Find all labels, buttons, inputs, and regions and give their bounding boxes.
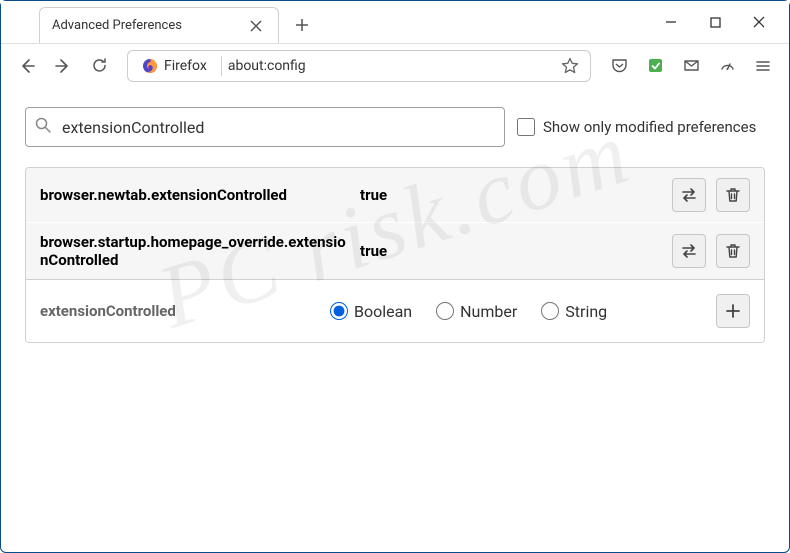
- pref-value: true: [360, 242, 672, 260]
- close-icon: [753, 16, 765, 28]
- radio-string[interactable]: String: [541, 302, 607, 321]
- titlebar: Advanced Preferences: [1, 1, 789, 43]
- tab-region: Advanced Preferences: [1, 1, 649, 43]
- identity-label: Firefox: [164, 58, 207, 74]
- identity-separator: [221, 56, 222, 76]
- bookmark-button[interactable]: [556, 52, 584, 80]
- close-icon: [250, 20, 262, 32]
- radio-label: String: [565, 302, 607, 321]
- browser-tab[interactable]: Advanced Preferences: [39, 7, 279, 43]
- reload-button[interactable]: [83, 50, 115, 82]
- toggle-button[interactable]: [672, 234, 706, 268]
- toggle-button[interactable]: [672, 178, 706, 212]
- radio-boolean[interactable]: Boolean: [330, 302, 412, 321]
- radio-input-number[interactable]: [436, 302, 454, 320]
- arrow-left-icon: [18, 57, 36, 75]
- row-actions: [716, 294, 750, 328]
- arrow-right-icon: [54, 57, 72, 75]
- maximize-button[interactable]: [693, 2, 737, 42]
- new-tab-button[interactable]: [287, 10, 317, 40]
- new-pref-row: extensionControlled Boolean Number Strin…: [26, 279, 764, 342]
- pocket-button[interactable]: [603, 50, 635, 82]
- forward-button[interactable]: [47, 50, 79, 82]
- plus-icon: [295, 18, 309, 32]
- search-row: Show only modified preferences: [25, 107, 765, 147]
- show-modified-only[interactable]: Show only modified preferences: [517, 118, 756, 136]
- extension-icon: [647, 57, 664, 74]
- swap-icon: [680, 242, 698, 260]
- pref-type-radios: Boolean Number String: [330, 302, 716, 321]
- pocket-icon: [611, 57, 628, 74]
- url-bar[interactable]: Firefox about:config: [127, 50, 591, 82]
- close-window-button[interactable]: [737, 2, 781, 42]
- minimize-button[interactable]: [649, 2, 693, 42]
- pref-search-input[interactable]: [25, 107, 505, 147]
- radio-label: Number: [460, 302, 517, 321]
- radio-input-string[interactable]: [541, 302, 559, 320]
- gauge-icon: [719, 57, 736, 74]
- about-config-content: Show only modified preferences browser.n…: [1, 87, 789, 363]
- firefox-logo-icon: [142, 58, 158, 74]
- back-button[interactable]: [11, 50, 43, 82]
- add-button[interactable]: [716, 294, 750, 328]
- star-icon: [561, 57, 579, 75]
- row-actions: [672, 234, 750, 268]
- pref-name: browser.startup.homepage_override.extens…: [40, 233, 360, 269]
- radio-number[interactable]: Number: [436, 302, 517, 321]
- row-actions: [672, 178, 750, 212]
- extension-button[interactable]: [639, 50, 671, 82]
- search-box: [25, 107, 505, 147]
- reload-icon: [91, 57, 108, 74]
- app-menu-button[interactable]: [747, 50, 779, 82]
- pref-value: true: [360, 186, 672, 204]
- pref-name: browser.newtab.extensionControlled: [40, 186, 360, 204]
- url-text[interactable]: about:config: [228, 58, 556, 74]
- search-icon: [35, 117, 51, 137]
- swap-icon: [680, 186, 698, 204]
- mail-icon: [683, 57, 700, 74]
- maximize-icon: [710, 17, 721, 28]
- delete-button[interactable]: [716, 234, 750, 268]
- window-controls: [649, 1, 789, 43]
- plus-icon: [724, 302, 742, 320]
- new-pref-name: extensionControlled: [40, 302, 330, 320]
- activity-button[interactable]: [711, 50, 743, 82]
- nav-toolbar: Firefox about:config: [1, 43, 789, 87]
- show-modified-label: Show only modified preferences: [543, 118, 756, 136]
- prefs-table: browser.newtab.extensionControlled true …: [25, 167, 765, 343]
- trash-icon: [724, 186, 742, 204]
- pref-row[interactable]: browser.startup.homepage_override.extens…: [26, 222, 764, 279]
- radio-label: Boolean: [354, 302, 412, 321]
- mail-button[interactable]: [675, 50, 707, 82]
- tab-label: Advanced Preferences: [52, 18, 246, 33]
- hamburger-icon: [755, 58, 771, 74]
- minimize-icon: [665, 16, 677, 28]
- pref-row[interactable]: browser.newtab.extensionControlled true: [26, 168, 764, 222]
- trash-icon: [724, 242, 742, 260]
- show-modified-checkbox[interactable]: [517, 118, 535, 136]
- radio-input-boolean[interactable]: [330, 302, 348, 320]
- identity-box[interactable]: Firefox: [134, 53, 215, 79]
- tab-close-button[interactable]: [246, 16, 266, 36]
- delete-button[interactable]: [716, 178, 750, 212]
